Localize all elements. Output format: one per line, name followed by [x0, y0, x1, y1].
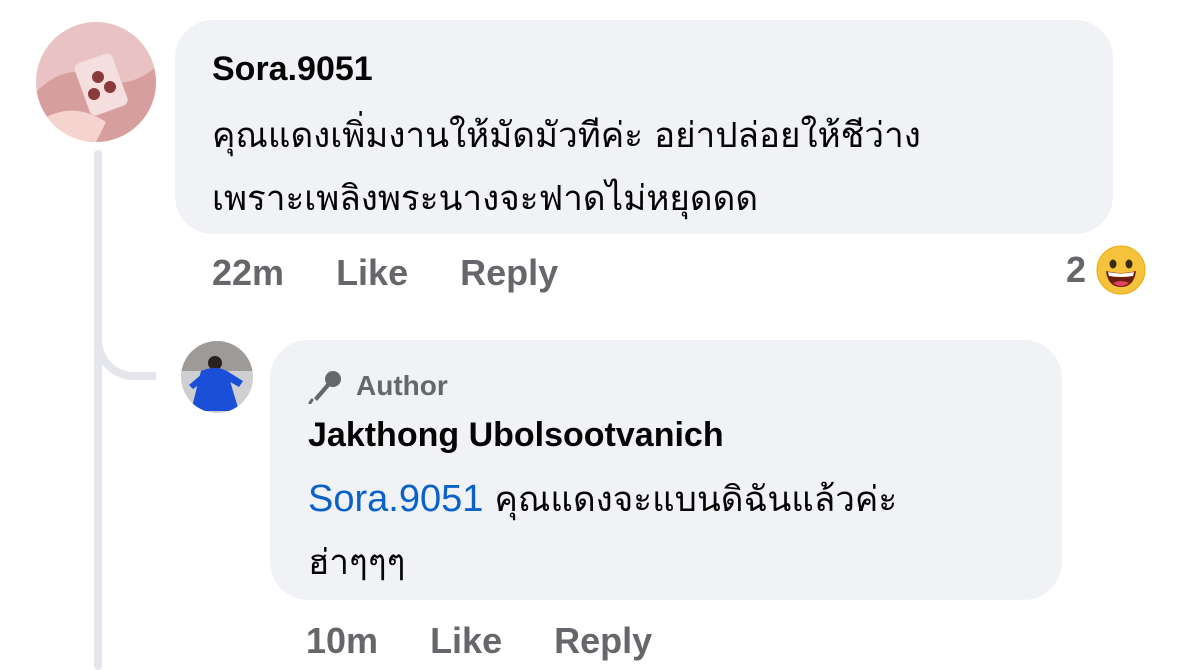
comment-text-line-2: เพราะเพลิงพระนางจะฟาดไม่หยุดดด [212, 179, 759, 219]
avatar-jakthong-image [181, 341, 253, 413]
reply-author[interactable]: Jakthong Ubolsootvanich [308, 416, 724, 455]
reply-actions: 10m Like Reply [306, 620, 652, 662]
grinning-face-icon [1096, 245, 1146, 295]
reply-text-line-1: Sora.9051 คุณแดงจะแบนดิฉันแล้วค่ะ [308, 472, 897, 527]
reply-reply-button[interactable]: Reply [554, 620, 652, 662]
reply-timestamp[interactable]: 10m [306, 620, 378, 662]
thread-connector [94, 318, 156, 380]
avatar-sora-image [36, 22, 156, 142]
comment-timestamp[interactable]: 22m [212, 252, 284, 294]
author-badge-label: Author [356, 370, 448, 401]
comment-author[interactable]: Sora.9051 [212, 50, 373, 89]
comment-reply-button[interactable]: Reply [460, 252, 558, 294]
thread-line [94, 150, 102, 670]
avatar-jakthong[interactable] [181, 341, 253, 413]
microphone-icon [308, 368, 344, 405]
comment-actions: 22m Like Reply [212, 252, 558, 294]
reply-text-line-2: ฮ่าๆๆๆ [308, 543, 406, 583]
reply-bubble: Author Jakthong Ubolsootvanich Sora.9051… [270, 340, 1062, 600]
avatar-sora[interactable] [36, 22, 156, 142]
author-badge: Author [308, 368, 448, 405]
reply-text: คุณแดงจะแบนดิฉันแล้วค่ะ [483, 480, 898, 520]
comment-reactions[interactable]: 2 [1066, 245, 1146, 295]
comment-bubble: Sora.9051 คุณแดงเพิ่มงานให้มัดมัวทีค่ะ อ… [175, 20, 1113, 234]
reaction-count: 2 [1066, 249, 1087, 290]
mention-link[interactable]: Sora.9051 [308, 478, 483, 520]
comment-text-line-1: คุณแดงเพิ่มงานให้มัดมัวทีค่ะ อย่าปล่อยให… [212, 116, 921, 156]
reply-like-button[interactable]: Like [430, 620, 502, 662]
comment-like-button[interactable]: Like [336, 252, 408, 294]
